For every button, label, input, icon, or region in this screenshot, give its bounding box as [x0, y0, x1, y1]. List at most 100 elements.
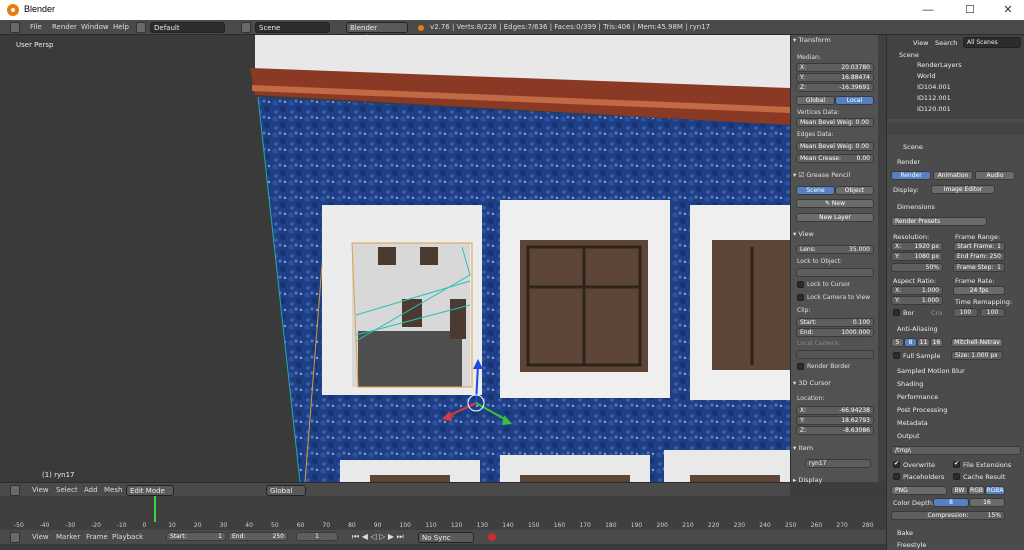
rgb-button[interactable]: RGB	[968, 486, 985, 495]
gp-new-button[interactable]: ✎ New	[796, 199, 874, 208]
outliner-item-scene[interactable]: Scene	[899, 51, 919, 59]
timeline-menu-frame[interactable]: Frame	[86, 533, 108, 541]
aa-8-button[interactable]: 8	[904, 338, 917, 347]
gp-scene-button[interactable]: Scene	[796, 186, 835, 195]
shading-header[interactable]: Shading	[897, 380, 923, 388]
cursor-z-field[interactable]: Z: -8.63086	[796, 426, 874, 435]
overwrite-checkbox[interactable]	[893, 460, 900, 468]
render-border-checkbox[interactable]	[797, 363, 804, 370]
file-extensions-checkbox[interactable]	[953, 460, 960, 468]
outliner-item-world[interactable]: World	[917, 72, 936, 80]
frame-rate-select[interactable]: 24 fps	[953, 286, 1005, 295]
timeline-menu-view[interactable]: View	[32, 533, 49, 541]
interaction-mode-select[interactable]: Edit Mode	[126, 485, 174, 496]
freestyle-header[interactable]: Freestyle	[897, 541, 926, 549]
outliner-item-id120[interactable]: ID120.001	[917, 105, 951, 113]
bake-header[interactable]: Bake	[897, 529, 913, 537]
animation-button[interactable]: Animation	[933, 171, 973, 180]
menu-help[interactable]: Help	[113, 23, 129, 31]
layout-icon[interactable]	[136, 22, 146, 33]
remap-old-field[interactable]: 100	[953, 308, 978, 317]
view-header[interactable]: ▾ View	[793, 229, 877, 239]
aa-5-button[interactable]: 5	[891, 338, 904, 347]
lock-object-field[interactable]	[796, 268, 874, 277]
metadata-header[interactable]: Metadata	[897, 419, 928, 427]
audio-button[interactable]: Audio	[975, 171, 1015, 180]
menu-file[interactable]: File	[30, 23, 42, 31]
frame-step-field[interactable]: Frame Step: 1	[953, 263, 1005, 272]
properties-tabs[interactable]	[887, 123, 1024, 135]
anti-aliasing-header[interactable]: Anti-Aliasing	[897, 325, 938, 333]
outliner-search-menu[interactable]: Search	[935, 39, 957, 47]
grease-pencil-header[interactable]: ▾ ☑ Grease Pencil	[793, 170, 877, 180]
aa-filter-select[interactable]: Mitchell-Netrav	[951, 338, 1003, 347]
current-frame-indicator[interactable]	[154, 496, 156, 522]
display-header[interactable]: ▸ Display	[793, 475, 877, 485]
item-name-field[interactable]: ryn17	[805, 459, 871, 468]
render-button[interactable]: Render	[891, 171, 931, 180]
editor-type-icon[interactable]	[10, 22, 20, 33]
menu-render[interactable]: Render	[52, 23, 77, 31]
item-header[interactable]: ▾ Item	[793, 443, 877, 453]
output-path-field[interactable]: /tmp\	[891, 446, 1021, 455]
lens-field[interactable]: Lens: 35.000	[796, 245, 874, 254]
new-layer-button[interactable]: New Layer	[796, 213, 874, 222]
3d-cursor-header[interactable]: ▾ 3D Cursor	[793, 378, 877, 388]
viewport-menu-view[interactable]: View	[32, 486, 49, 494]
remap-new-field[interactable]: 100	[980, 308, 1005, 317]
lock-cursor-checkbox[interactable]	[797, 281, 804, 288]
compression-field[interactable]: Compression: 15%	[891, 511, 1005, 520]
resolution-y-field[interactable]: Y: 1080 px	[891, 252, 943, 261]
local-camera-field[interactable]	[796, 350, 874, 359]
timeline-editor-type-icon[interactable]	[10, 532, 20, 543]
resolution-percent-field[interactable]: 50%	[891, 263, 943, 272]
cache-result-checkbox[interactable]	[953, 473, 960, 480]
median-y-field[interactable]: Y: 16.88474	[796, 73, 874, 82]
3d-viewport[interactable]: User Persp (1) ryn17	[0, 35, 790, 482]
post-processing-header[interactable]: Post Processing	[897, 406, 947, 414]
timeline-start-field[interactable]: Start: 1	[166, 532, 226, 541]
viewport-editor-type-icon[interactable]	[10, 485, 20, 496]
file-format-select[interactable]: PNG	[891, 486, 947, 495]
cursor-y-field[interactable]: Y: 18.62793	[796, 416, 874, 425]
placeholders-checkbox[interactable]	[893, 473, 900, 480]
minimize-button[interactable]: —	[920, 2, 936, 18]
aa-16-button[interactable]: 16	[930, 338, 943, 347]
border-checkbox[interactable]	[893, 309, 900, 316]
aa-size-field[interactable]: Size: 1.000 px	[951, 351, 1003, 360]
outliner-item-id104[interactable]: ID104.001	[917, 83, 951, 91]
timeline-menu-marker[interactable]: Marker	[56, 533, 80, 541]
full-sample-checkbox[interactable]	[893, 352, 900, 359]
sync-mode-select[interactable]: No Sync	[418, 532, 474, 543]
outliner-item-id112[interactable]: ID112.001	[917, 94, 951, 102]
resolution-x-field[interactable]: X: 1920 px	[891, 242, 943, 251]
timeline[interactable]: -50 -40 -30 -20 -10 0 10 20 30 40 50 60 70 80 90 100 110…	[0, 496, 886, 530]
timeline-menu-playback[interactable]: Playback	[112, 533, 143, 541]
mean-crease-field[interactable]: Mean Crease: 0.00	[796, 154, 874, 163]
render-section-header[interactable]: Render	[897, 158, 920, 166]
record-icon[interactable]	[488, 533, 496, 541]
global-toggle[interactable]: Global	[796, 96, 835, 105]
aspect-x-field[interactable]: X: 1.000	[891, 286, 943, 295]
menu-window[interactable]: Window	[81, 23, 109, 31]
median-x-field[interactable]: X: 20.03780	[796, 63, 874, 72]
viewport-menu-mesh[interactable]: Mesh	[104, 486, 122, 494]
shelf-scrollbar[interactable]	[878, 35, 886, 482]
dimensions-header[interactable]: Dimensions	[897, 203, 935, 211]
outliner-filter-select[interactable]: All Scenes	[963, 37, 1021, 48]
median-z-field[interactable]: Z: -16.39691	[796, 83, 874, 92]
clip-end-field[interactable]: End: 1000.000	[796, 328, 874, 337]
rgba-button[interactable]: RGBA	[985, 486, 1005, 495]
bw-button[interactable]: BW	[951, 486, 968, 495]
lock-camera-checkbox[interactable]	[797, 294, 804, 301]
start-frame-field[interactable]: Start Frame: 1	[953, 242, 1005, 251]
playback-controls[interactable]: ⏮ ◀ ◁ ▷ ▶ ⏭	[352, 532, 404, 542]
outliner-view-menu[interactable]: View	[913, 39, 928, 47]
end-frame-field[interactable]: End Fram: 250	[953, 252, 1005, 261]
scene-icon[interactable]	[241, 22, 251, 33]
timeline-end-field[interactable]: End: 250	[228, 532, 288, 541]
render-engine-selector[interactable]: Blender Render	[346, 22, 408, 42]
depth-8-button[interactable]: 8	[933, 498, 969, 507]
gp-object-button[interactable]: Object	[835, 186, 874, 195]
outliner-item-renderlayers[interactable]: RenderLayers	[917, 61, 962, 69]
